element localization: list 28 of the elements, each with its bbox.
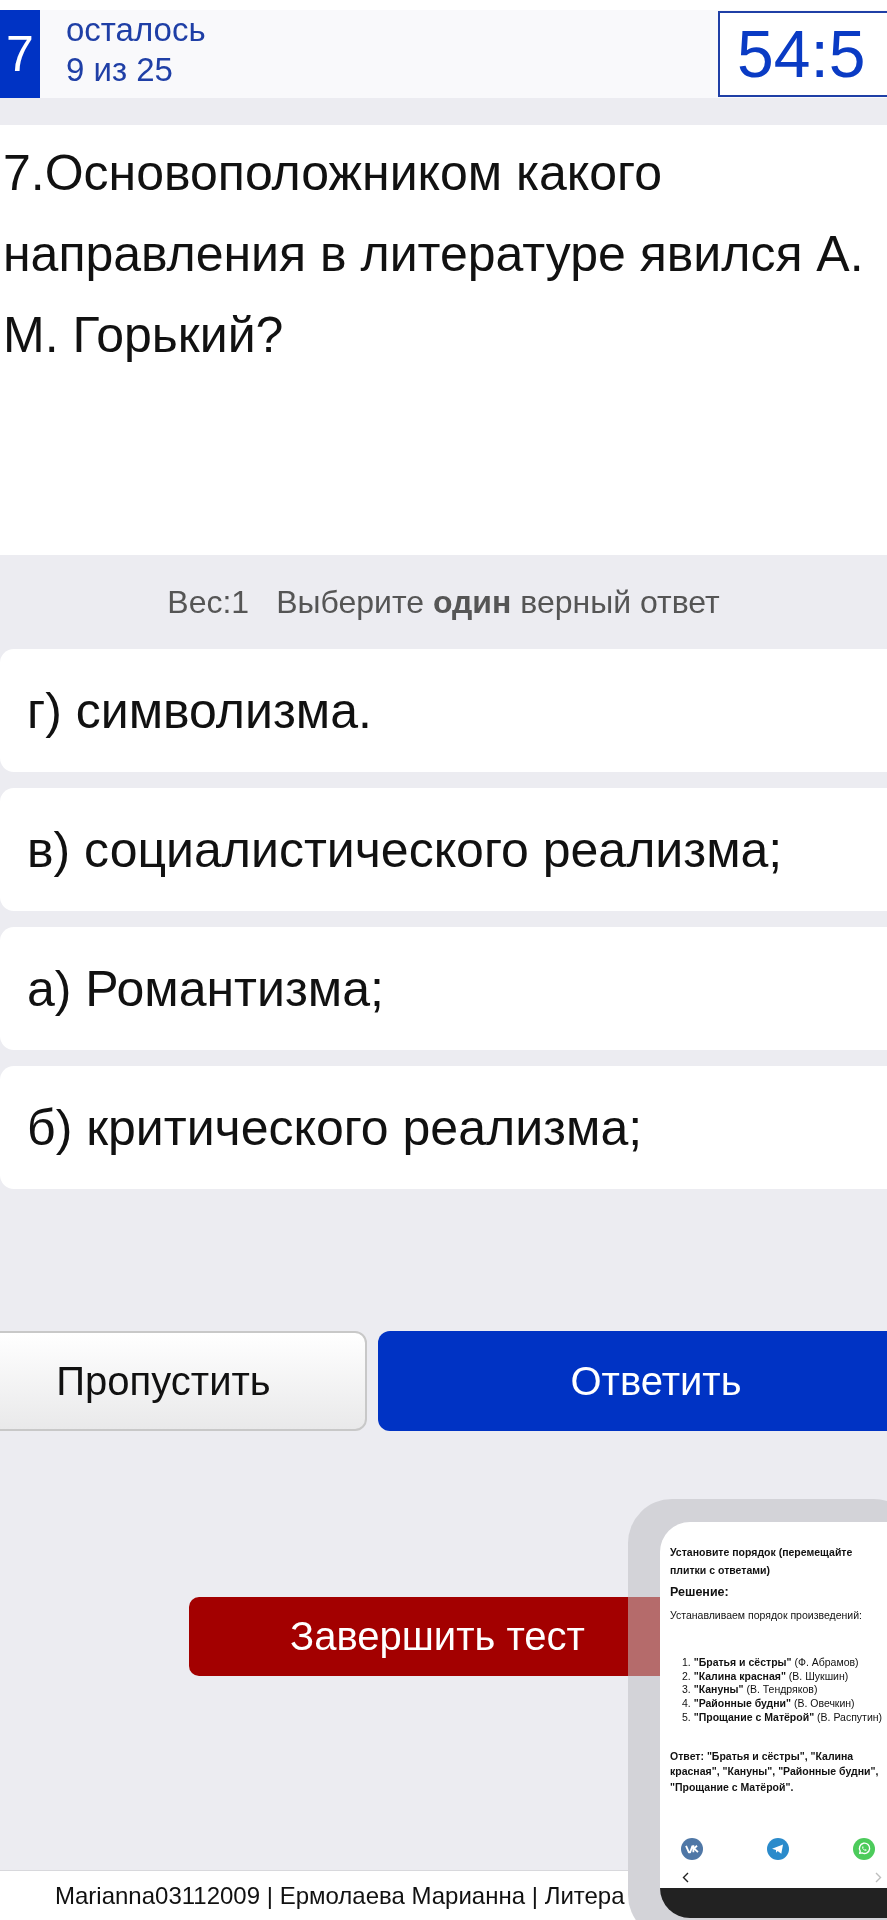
answer-option[interactable]: в) социалистического реализма; [0, 788, 887, 911]
question-text: 7.Основоположником какого направления в литературе явился А. М. Горький? [3, 144, 865, 365]
solution-step: 1. "Братья и сёстры" (Ф. Абрамов) [670, 1656, 859, 1670]
remaining-label: осталось [66, 10, 206, 50]
finish-test-button[interactable]: Завершить тест [189, 1597, 628, 1676]
vk-logo-icon[interactable] [681, 1838, 703, 1860]
solution-step: 2. "Калина красная" (В. Шукшин) [670, 1669, 849, 1684]
weight-label: Вес:1 [167, 583, 250, 621]
solution-intro: Устанавливаем порядок произведений: [670, 1608, 863, 1623]
instruction-text: Выберите один верный ответ [276, 583, 720, 621]
skip-button[interactable]: Пропустить [0, 1331, 367, 1431]
paper-plane-icon[interactable] [767, 1838, 789, 1860]
footer-text: Marianna03112009 | Ермолаева Марианна | Литера [55, 1881, 625, 1910]
solution-heading: Решение: [670, 1584, 730, 1600]
solution-step: 4. "Районные будни" (В. Овечкин) [670, 1697, 855, 1711]
back-chevron-icon[interactable] [682, 1872, 689, 1883]
answer-option[interactable]: а) Романтизма; [0, 927, 887, 1050]
task-text: Установите порядок (перемещайте плитки с ответами) [670, 1545, 854, 1578]
timer: 54:5 [718, 11, 887, 97]
solution-step: 3. "Кануны" (В. Тендряков) [670, 1683, 818, 1698]
chat-phone-icon[interactable] [853, 1838, 875, 1860]
remaining-count: 9 из 25 [66, 50, 173, 90]
answer-button[interactable]: Ответить [378, 1331, 887, 1431]
answer-text: Ответ: "Братья и сёстры", "Калина красная", "Кануны", "Районные будни", "Прощание с Матёрой". [670, 1748, 880, 1795]
answer-option[interactable]: б) критического реализма; [0, 1066, 887, 1189]
question-number: 7 [0, 10, 40, 98]
solution-step: 5. "Прощание с Матёрой" (В. Распутин) [670, 1710, 883, 1725]
answer-option[interactable]: г) символизма. [0, 649, 887, 772]
